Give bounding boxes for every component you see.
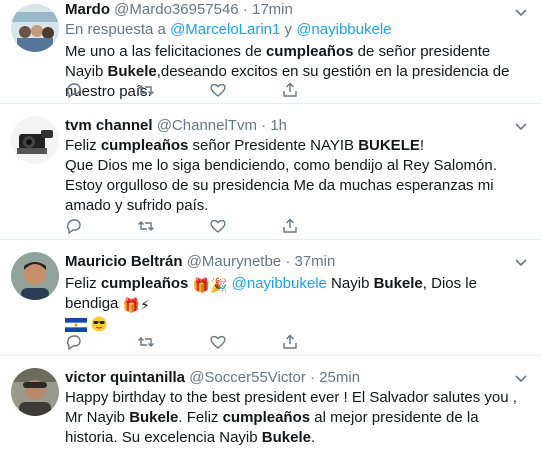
timestamp[interactable]: 25min — [319, 369, 360, 386]
highlight-term: cumpleaños — [265, 43, 354, 60]
highlight-term: cumpleaños — [100, 137, 189, 154]
reply-icon — [67, 335, 81, 351]
tweet-header: Mauricio Beltrán @Maurynetbe · 37min — [65, 252, 527, 272]
like-button[interactable] — [209, 80, 281, 100]
timestamp[interactable]: 37min — [295, 253, 336, 270]
avatar[interactable] — [11, 368, 59, 416]
party-popper-emoji: 🎉 — [209, 277, 228, 293]
text-segment: Feliz — [65, 275, 101, 292]
tweet-text: Happy birthday to the best president eve… — [65, 388, 527, 448]
separator-dot: · — [261, 117, 267, 134]
user-handle[interactable]: @Soccer55Victor — [189, 369, 306, 386]
tweet-text: Feliz cumpleaños señor Presidente NAYIB … — [65, 136, 527, 216]
user-handle[interactable]: @Mardo36957546 — [114, 1, 238, 18]
tweet[interactable]: victor quintanilla @Soccer55Victor · 25m… — [0, 356, 541, 470]
share-icon — [283, 334, 297, 349]
user-name[interactable]: Mauricio Beltrán — [65, 253, 183, 270]
reply-button[interactable] — [65, 332, 137, 352]
text-line: Que Dios me lo siga bendiciendo, como be… — [65, 157, 497, 214]
tweet-actions — [65, 80, 353, 100]
reply-icon — [67, 83, 81, 99]
retweet-button[interactable] — [137, 80, 209, 100]
text-segment: Me uno a las felicitaciones de — [65, 43, 266, 60]
chevron-down-icon[interactable] — [513, 254, 529, 270]
text-segment: señor Presidente NAYIB — [188, 137, 359, 154]
mention-link[interactable]: @MarceloLarin1 — [170, 21, 280, 38]
mention-link[interactable]: @nayibbukele — [296, 21, 391, 38]
chevron-down-icon[interactable] — [513, 4, 529, 20]
el-salvador-flag-emoji — [65, 318, 87, 332]
separator-dot: · — [285, 253, 291, 270]
retweet-button[interactable] — [137, 332, 209, 352]
text-segment: . Feliz — [178, 409, 223, 426]
highlight-term: Bukele — [261, 429, 311, 446]
highlight-term: cumpleaños — [222, 409, 311, 426]
share-button[interactable] — [281, 80, 353, 100]
reply-and: y — [284, 21, 293, 38]
gift-emoji: 🎁 — [192, 277, 210, 293]
user-name[interactable]: tvm channel — [65, 117, 153, 134]
avatar[interactable] — [11, 4, 59, 52]
tweet-timeline: Mardo @Mardo36957546 · 17min En respuest… — [0, 0, 541, 470]
retweet-icon — [138, 85, 154, 95]
mention-link[interactable]: @nayibbukele — [232, 275, 327, 292]
tweet-header: victor quintanilla @Soccer55Victor · 25m… — [65, 368, 527, 388]
lightning-emoji: ⚡ — [140, 297, 150, 313]
user-handle[interactable]: @ChannelTvm — [157, 117, 257, 134]
tweet[interactable]: Mardo @Mardo36957546 · 17min En respuest… — [0, 0, 541, 104]
retweet-icon — [138, 337, 154, 347]
reply-icon — [67, 219, 81, 235]
tweet-header: Mardo @Mardo36957546 · 17min — [65, 0, 527, 20]
share-button[interactable] — [281, 216, 353, 236]
retweet-button[interactable] — [137, 216, 209, 236]
reply-prefix: En respuesta a — [65, 21, 166, 38]
user-handle[interactable]: @Maurynetbe — [187, 253, 281, 270]
share-icon — [283, 218, 297, 233]
highlight-term: Bukele — [107, 63, 157, 80]
separator-dot: · — [310, 369, 316, 386]
like-icon — [210, 219, 226, 233]
text-line: Feliz cumpleaños señor Presidente NAYIB … — [65, 136, 527, 156]
text-segment: Nayib — [326, 275, 374, 292]
reply-button[interactable] — [65, 80, 137, 100]
highlight-term: cumpleaños — [100, 275, 189, 292]
text-segment: . — [310, 429, 316, 446]
tweet[interactable]: Mauricio Beltrán @Maurynetbe · 37min Fel… — [0, 240, 541, 356]
share-button[interactable] — [281, 332, 353, 352]
text-segment: ! — [419, 137, 425, 154]
sunglasses-emoji — [91, 316, 107, 332]
highlight-term: Bukele — [129, 409, 179, 426]
chevron-down-icon[interactable] — [513, 370, 529, 386]
tweet-actions — [65, 332, 353, 352]
avatar[interactable] — [11, 252, 59, 300]
highlight-term: Bukele — [373, 275, 423, 292]
tweet[interactable]: tvm channel @ChannelTvm · 1h Feliz cumpl… — [0, 104, 541, 240]
reply-context: En respuesta a @MarceloLarin1 y @nayibbu… — [65, 20, 527, 40]
tweet-header: tvm channel @ChannelTvm · 1h — [65, 116, 527, 136]
text-segment: Feliz — [65, 137, 101, 154]
timestamp[interactable]: 17min — [252, 1, 293, 18]
like-icon — [210, 335, 226, 349]
user-name[interactable]: Mardo — [65, 1, 110, 18]
like-button[interactable] — [209, 216, 281, 236]
like-icon — [210, 83, 226, 97]
tweet-actions — [65, 216, 353, 236]
chevron-down-icon[interactable] — [513, 118, 529, 134]
like-button[interactable] — [209, 332, 281, 352]
highlight-term: BUKELE — [358, 137, 420, 154]
share-icon — [283, 82, 297, 97]
user-name[interactable]: victor quintanilla — [65, 369, 185, 386]
avatar[interactable] — [11, 116, 59, 164]
tweet-text: Feliz cumpleaños 🎁🎉 @nayibbukele Nayib B… — [65, 274, 527, 336]
reply-button[interactable] — [65, 216, 137, 236]
retweet-icon — [138, 221, 154, 231]
timestamp[interactable]: 1h — [270, 117, 287, 134]
separator-dot: · — [242, 1, 248, 18]
gift-emoji: 🎁 — [122, 297, 140, 313]
